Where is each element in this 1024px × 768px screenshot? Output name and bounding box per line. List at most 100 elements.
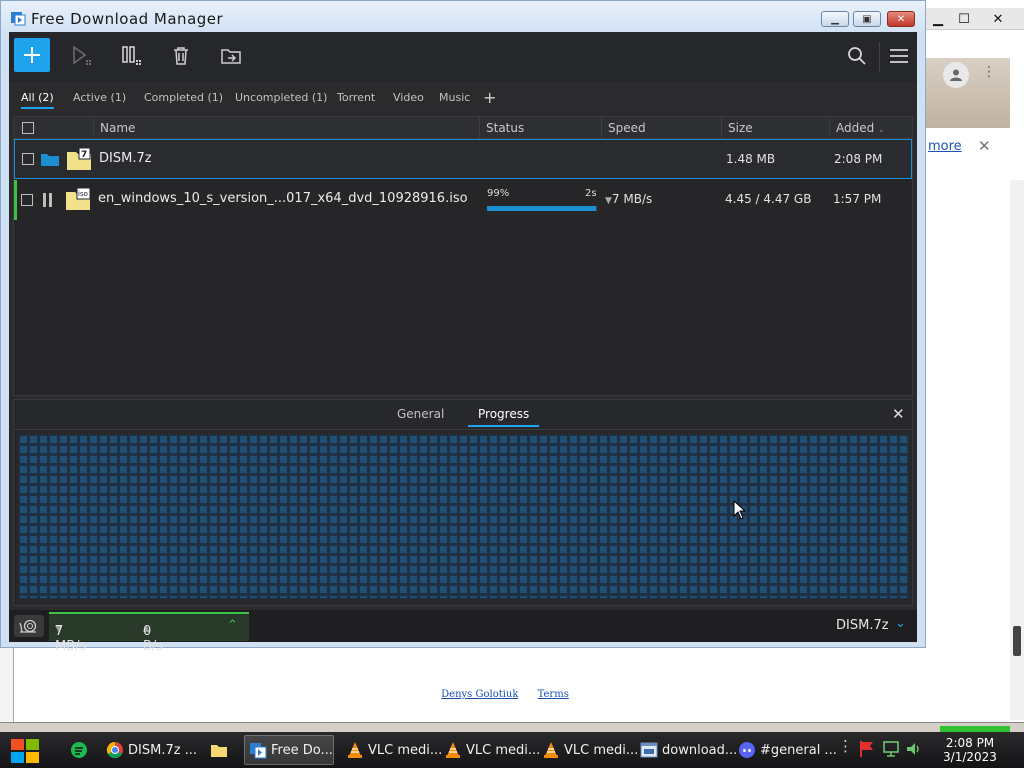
expand-speed-icon[interactable]: ⌃ — [227, 618, 238, 633]
fdm-client-area: All (2) Active (1) Completed (1) Uncompl… — [9, 32, 917, 654]
archive-file-icon: 7 — [67, 147, 91, 170]
background-footer: Denys Golotiuk Terms — [0, 689, 1010, 700]
vlc-icon — [446, 742, 460, 758]
add-filter-icon[interactable]: + — [483, 88, 496, 107]
hamburger-icon — [890, 49, 908, 63]
filter-active[interactable]: Active (1) — [73, 91, 126, 107]
up-speed-value: 0 B/s — [143, 624, 164, 654]
move-to-folder-button[interactable] — [219, 44, 243, 68]
green-app-icon — [71, 742, 87, 758]
plus-icon — [24, 47, 40, 63]
tab-progress[interactable]: Progress — [468, 407, 540, 427]
play-icon — [73, 45, 91, 65]
close-icon[interactable]: ✕ — [986, 10, 1010, 28]
progress-bar-fill — [487, 206, 596, 211]
taskbar-app-notes[interactable] — [66, 735, 96, 765]
system-clock[interactable]: 2:08 PM 3/1/2023 — [935, 736, 1005, 764]
volume-icon[interactable] — [905, 740, 923, 758]
disc-image-file-icon: iso — [66, 187, 91, 210]
clock-time: 2:08 PM — [945, 736, 995, 750]
close-banner-icon[interactable]: ✕ — [978, 137, 991, 155]
filter-music[interactable]: Music — [439, 91, 470, 107]
sort-desc-icon: ⌄ — [878, 125, 885, 134]
start-button[interactable] — [71, 44, 95, 68]
column-name[interactable]: Name — [93, 117, 479, 139]
row-checkbox[interactable] — [22, 153, 34, 165]
column-speed[interactable]: Speed — [601, 117, 721, 139]
background-page-edge — [0, 646, 14, 722]
fdm-taskbar-icon — [250, 743, 267, 759]
open-folder-icon[interactable] — [41, 152, 59, 166]
taskbar-vlc-1[interactable]: VLC medi... — [342, 735, 442, 765]
vlc-icon — [348, 742, 362, 758]
chevron-down-icon[interactable]: ⌄ — [895, 616, 906, 631]
fdm-app-icon — [11, 12, 26, 26]
search-button[interactable] — [845, 44, 869, 68]
chrome-icon — [106, 741, 123, 759]
taskbar: DISM.7z ... Free Do... VLC medi... VLC m… — [0, 732, 1024, 768]
main-menu-button[interactable] — [887, 44, 911, 68]
account-avatar-icon[interactable] — [943, 62, 969, 88]
close-details-icon[interactable]: ✕ — [892, 405, 905, 423]
maximize-button[interactable]: ▣ — [853, 11, 881, 27]
network-icon[interactable] — [882, 740, 900, 758]
footer-link-terms[interactable]: Terms — [538, 689, 569, 700]
discord-icon — [739, 742, 755, 758]
filter-completed[interactable]: Completed (1) — [144, 91, 223, 107]
minimize-icon[interactable]: ▁ — [926, 10, 950, 28]
taskbar-discord[interactable]: #general ... — [734, 735, 837, 765]
filter-tabs: All (2) Active (1) Completed (1) Uncompl… — [9, 82, 917, 116]
taskbar-vlc-2[interactable]: VLC medi... — [440, 735, 540, 765]
speed-limiter-button[interactable] — [14, 615, 44, 637]
pause-button[interactable] — [121, 44, 145, 68]
taskbar-fdm[interactable]: Free Do... — [244, 735, 334, 765]
maximize-icon[interactable]: ☐ — [952, 10, 976, 28]
add-download-button[interactable] — [14, 38, 50, 72]
background-scrollbar[interactable] — [1010, 180, 1024, 720]
windows-start-icon[interactable] — [8, 736, 42, 766]
taskbar-explorer[interactable] — [206, 735, 236, 765]
folder-icon — [211, 745, 227, 757]
pause-download-icon[interactable] — [42, 192, 54, 208]
taskbar-chrome[interactable]: DISM.7z ... — [102, 735, 198, 765]
taskbar-overflow-icon[interactable]: ⋮ — [838, 737, 853, 755]
speed-summary[interactable]: ▼ 7 MB/s ▲ 0 B/s ⌃ — [49, 612, 249, 654]
clock-date: 3/1/2023 — [943, 750, 997, 764]
minimize-button[interactable]: ▁ — [821, 11, 849, 27]
row-checkbox[interactable] — [21, 194, 33, 206]
vlc-icon — [544, 742, 558, 758]
filter-video[interactable]: Video — [393, 91, 424, 107]
column-added[interactable]: Added ⌄ — [829, 117, 912, 139]
trash-icon — [174, 47, 188, 65]
taskbar-label: download... — [662, 742, 738, 758]
tab-general[interactable]: General — [387, 407, 454, 425]
details-panel: General Progress ✕ — [13, 399, 913, 606]
close-button[interactable]: ✕ — [887, 11, 915, 27]
taskbar-vlc-3[interactable]: VLC medi... — [538, 735, 638, 765]
column-size[interactable]: Size — [721, 117, 829, 139]
filter-all[interactable]: All (2) — [21, 91, 54, 109]
table-row[interactable]: iso en_windows_10_s_version_...017_x64_d… — [14, 180, 912, 220]
background-window-titlebar: ▁ ☐ ✕ — [924, 8, 1024, 30]
flag-icon[interactable] — [858, 740, 876, 758]
details-tabs: General Progress ✕ — [14, 400, 912, 430]
window-app-icon — [640, 742, 658, 758]
progress-percent: 99% — [487, 188, 510, 199]
column-added-label: Added — [836, 121, 875, 135]
download-name: en_windows_10_s_version_...017_x64_dvd_1… — [98, 191, 468, 206]
filter-uncompleted[interactable]: Uncompleted (1) — [235, 91, 327, 107]
column-status[interactable]: Status — [479, 117, 601, 139]
table-row[interactable]: 7 DISM.7z 1.48 MB 2:08 PM — [14, 139, 912, 179]
learn-more-link[interactable]: more — [928, 139, 962, 154]
filter-torrent[interactable]: Torrent — [337, 91, 375, 107]
background-statusbar — [0, 722, 1024, 732]
select-all-checkbox[interactable] — [22, 122, 34, 134]
taskbar-label: DISM.7z ... — [128, 742, 198, 758]
selected-file-name: DISM.7z — [836, 618, 889, 633]
footer-link-author[interactable]: Denys Golotiuk — [441, 689, 518, 700]
taskbar-download-window[interactable]: download... — [636, 735, 737, 765]
down-speed-value: 7 MB/s — [55, 624, 87, 654]
more-options-icon[interactable]: ⋮ — [982, 64, 996, 80]
delete-button[interactable] — [169, 44, 193, 68]
download-speed: ▼7 MB/s — [605, 192, 652, 206]
